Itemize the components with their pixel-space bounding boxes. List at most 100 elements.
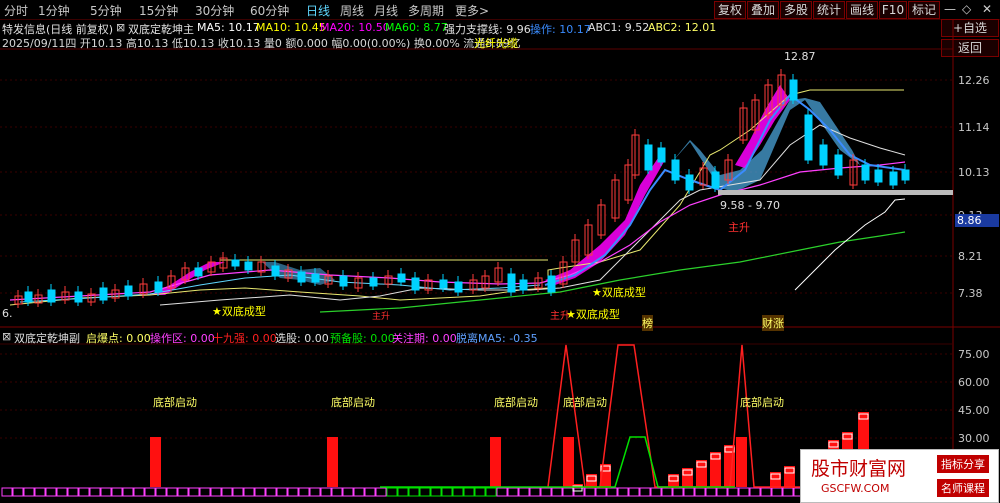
sub-square [23, 487, 35, 497]
sub-square [727, 487, 739, 497]
sub-square [760, 487, 772, 497]
sub-square [650, 487, 662, 497]
sub-square [232, 487, 244, 497]
sub-square [606, 487, 618, 497]
candle-body [901, 169, 910, 181]
sub-square [540, 487, 552, 497]
sub-square [78, 487, 90, 497]
yubei-value: 预备股: 0.00 [330, 332, 395, 345]
double-bottom-label: ★双底成型 [212, 305, 266, 318]
indicator-share-button[interactable]: 指标分享 [937, 455, 989, 473]
sub-square [617, 487, 629, 497]
bottom-start-label: 底部启动 [494, 396, 538, 409]
bottom-start-label: 底部启动 [740, 396, 784, 409]
sub-square [595, 487, 607, 497]
sub-step-bar [696, 460, 707, 488]
red-tag: 主升 [372, 312, 391, 322]
site-logo: 股市财富网 GSCFW.COM 指标分享 名师课程 [800, 449, 999, 503]
sub-square [265, 487, 277, 497]
sub-square [518, 487, 530, 497]
candle-body [24, 291, 33, 303]
guanzhu-value: 关注期: 0.00 [392, 332, 457, 345]
candle-body [644, 144, 653, 171]
bang-tag: 榜 [642, 315, 653, 331]
sub-square [397, 487, 409, 497]
current-price-badge: 8.86 [955, 214, 999, 227]
support-bar [718, 190, 953, 195]
sub-square [100, 487, 112, 497]
sub-square [386, 487, 398, 497]
sub-square [749, 487, 761, 497]
candle-body [861, 164, 870, 181]
bottom-start-label: 底部启动 [563, 396, 607, 409]
candle-body [231, 259, 240, 267]
sub-square [254, 487, 266, 497]
candle-body [74, 291, 83, 303]
sub-start-bar [327, 437, 338, 487]
sub-square [298, 487, 310, 497]
sub-square [177, 487, 189, 497]
sub-square [705, 487, 717, 497]
sub-square [771, 487, 783, 497]
price-tick: 11.14 [958, 121, 990, 134]
low-label: 6. [2, 307, 13, 320]
sub-square [210, 487, 222, 497]
sub-square [628, 487, 640, 497]
sub-square [716, 487, 728, 497]
sub-square [419, 487, 431, 497]
sub-square [782, 487, 794, 497]
sub-square [188, 487, 200, 497]
xuangu-value: 选股: 0.00 [275, 332, 329, 345]
candle-body [685, 174, 694, 191]
candle-body [369, 277, 378, 287]
zhusheng-tag: 主升 [550, 311, 570, 322]
sub-square [166, 487, 178, 497]
caozuo-value: 操作区: 0.00 [150, 332, 215, 345]
candle-body [454, 281, 463, 293]
price-tick: 8.21 [958, 250, 983, 263]
shijiu-value: 十九强: 0.00 [212, 332, 277, 345]
candle-body [339, 275, 348, 287]
price-tick: 12.26 [958, 74, 990, 87]
sub-square [45, 487, 57, 497]
high-label: 12.87 [784, 50, 816, 63]
logo-title: 股市财富网 [811, 458, 907, 480]
candle-body [834, 154, 843, 176]
sub-square [485, 487, 497, 497]
candle-body [789, 79, 798, 101]
sub-square [1, 487, 13, 497]
sub-start-bar [490, 437, 501, 487]
sub-square [738, 487, 750, 497]
sub-green-line [380, 436, 735, 488]
sub-square [12, 487, 24, 497]
sub-square [243, 487, 255, 497]
sub-square [474, 487, 486, 497]
sub-bars [1, 412, 869, 497]
candle-body [507, 273, 516, 293]
sub-square [56, 487, 68, 497]
candle-body [244, 261, 253, 271]
sub-square [133, 487, 145, 497]
sub-square [562, 487, 574, 497]
sub-square [507, 487, 519, 497]
sub-square [430, 487, 442, 497]
sub-step-bar [682, 468, 693, 488]
sub-square [144, 487, 156, 497]
candle-body [194, 267, 203, 277]
price-tick: 10.13 [958, 166, 990, 179]
candle-body [411, 277, 420, 291]
sub-square [463, 487, 475, 497]
sub-tick: 75.00 [958, 348, 990, 361]
close-sub-indicator-icon[interactable]: ⊠ [2, 330, 11, 343]
sub-indicator-name[interactable]: 双底定乾坤副 [14, 330, 80, 346]
sub-square [67, 487, 79, 497]
sub-start-bar [150, 437, 161, 487]
sub-square [331, 487, 343, 497]
candle-body [99, 287, 108, 301]
sub-red-peaks [547, 344, 800, 488]
sub-square [34, 487, 46, 497]
sub-square [639, 487, 651, 497]
master-course-button[interactable]: 名师课程 [937, 479, 989, 497]
sub-square [353, 487, 365, 497]
sub-square [287, 487, 299, 497]
